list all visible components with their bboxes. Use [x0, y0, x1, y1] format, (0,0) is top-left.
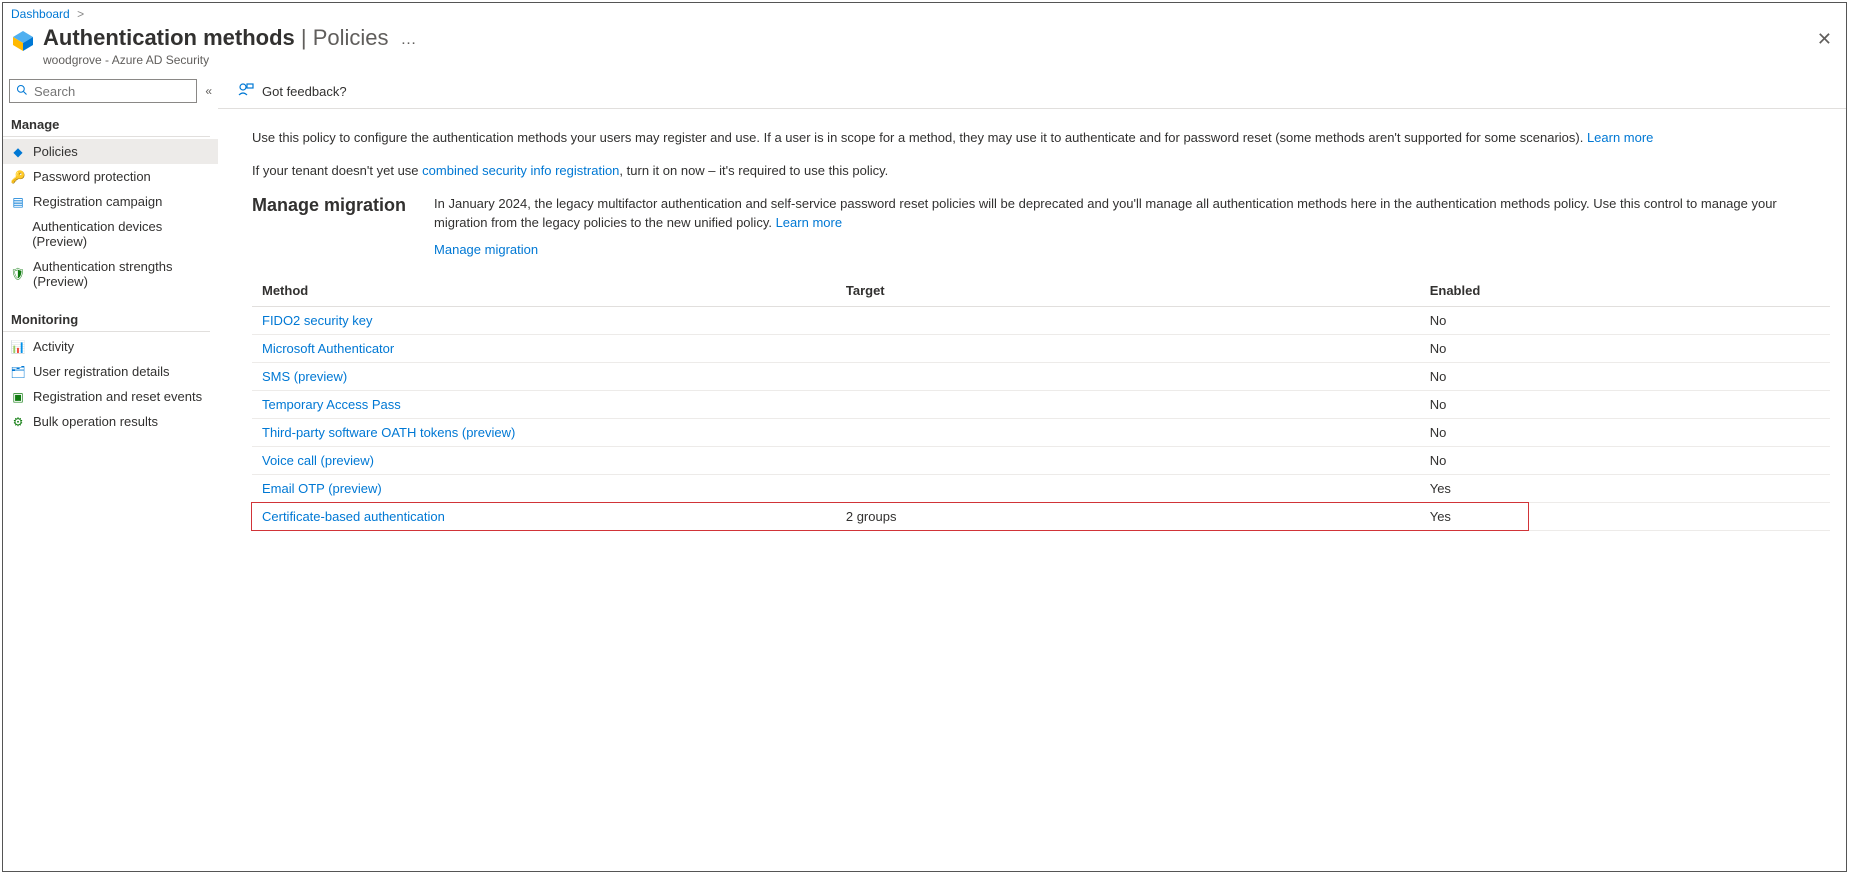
target-cell — [836, 447, 1420, 475]
method-link[interactable]: Voice call (preview) — [262, 453, 374, 468]
combined-registration-link[interactable]: combined security info registration — [422, 163, 619, 178]
method-link[interactable]: SMS (preview) — [262, 369, 347, 384]
feedback-icon — [238, 83, 254, 100]
enabled-cell: Yes — [1420, 503, 1830, 531]
sidebar-item-auth-devices[interactable]: Authentication devices (Preview) — [3, 214, 218, 254]
col-method[interactable]: Method — [252, 275, 836, 307]
sidebar-item-label: User registration details — [33, 364, 170, 379]
auth-methods-icon — [11, 29, 35, 53]
search-input[interactable] — [32, 83, 190, 100]
enabled-cell: No — [1420, 363, 1830, 391]
sidebar-item-label: Authentication devices (Preview) — [32, 219, 210, 249]
target-cell — [836, 391, 1420, 419]
search-box[interactable] — [9, 79, 197, 103]
method-link[interactable]: Third-party software OATH tokens (previe… — [262, 425, 515, 440]
enabled-cell: No — [1420, 447, 1830, 475]
enabled-cell: No — [1420, 307, 1830, 335]
sidebar-item-registration-campaign[interactable]: ▤ Registration campaign — [3, 189, 218, 214]
user-icon: 🗂 — [11, 365, 25, 379]
sidebar-item-user-reg-details[interactable]: 🗂 User registration details — [3, 359, 218, 384]
sidebar-item-bulk-results[interactable]: ⚙ Bulk operation results — [3, 409, 218, 434]
nav-section-monitoring: Monitoring — [3, 306, 210, 332]
collapse-sidebar-icon[interactable]: « — [205, 84, 212, 98]
manage-migration-heading: Manage migration — [252, 195, 406, 216]
toolbar: Got feedback? — [218, 79, 1846, 109]
sidebar: « Manage ◆ Policies 🔑 Password protectio… — [3, 79, 218, 531]
key-icon: 🔑 — [11, 170, 25, 184]
table-row[interactable]: SMS (preview) No — [252, 363, 1830, 391]
learn-more-link[interactable]: Learn more — [1587, 130, 1653, 145]
page-header: Authentication methods | Policies woodgr… — [3, 23, 1846, 79]
target-cell: 2 groups — [836, 503, 1420, 531]
target-cell — [836, 307, 1420, 335]
method-link[interactable]: FIDO2 security key — [262, 313, 373, 328]
sidebar-item-auth-strengths[interactable]: 🛡 Authentication strengths (Preview) — [3, 254, 218, 294]
table-row[interactable]: FIDO2 security key No — [252, 307, 1830, 335]
chevron-right-icon: > — [77, 7, 84, 21]
col-target[interactable]: Target — [836, 275, 1420, 307]
sidebar-item-password-protection[interactable]: 🔑 Password protection — [3, 164, 218, 189]
method-link[interactable]: Email OTP (preview) — [262, 481, 382, 496]
shield-icon: 🛡 — [11, 267, 25, 281]
bulk-icon: ⚙ — [11, 415, 25, 429]
enabled-cell: Yes — [1420, 475, 1830, 503]
sidebar-item-label: Activity — [33, 339, 74, 354]
page-subtitle: woodgrove - Azure AD Security — [43, 53, 389, 67]
target-cell — [836, 475, 1420, 503]
breadcrumb-dashboard[interactable]: Dashboard — [11, 7, 70, 21]
breadcrumb: Dashboard > — [3, 3, 1846, 23]
method-link[interactable]: Certificate-based authentication — [262, 509, 445, 524]
more-menu-button[interactable]: … — [401, 31, 417, 49]
table-row[interactable]: Third-party software OATH tokens (previe… — [252, 419, 1830, 447]
enabled-cell: No — [1420, 335, 1830, 363]
sidebar-item-label: Password protection — [33, 169, 151, 184]
methods-table: Method Target Enabled FIDO2 security key… — [252, 275, 1830, 531]
sidebar-item-label: Registration and reset events — [33, 389, 202, 404]
manage-migration-link[interactable]: Manage migration — [434, 242, 538, 257]
nav-section-manage: Manage — [3, 111, 210, 137]
migration-text: In January 2024, the legacy multifactor … — [434, 195, 1830, 233]
target-cell — [836, 363, 1420, 391]
events-icon: ▣ — [11, 390, 25, 404]
close-icon[interactable]: ✕ — [1817, 29, 1832, 50]
page-title: Authentication methods | Policies — [43, 25, 389, 51]
enabled-cell: No — [1420, 419, 1830, 447]
col-enabled[interactable]: Enabled — [1420, 275, 1830, 307]
table-row[interactable]: Temporary Access Pass No — [252, 391, 1830, 419]
intro-text: Use this policy to configure the authent… — [252, 129, 1830, 148]
method-link[interactable]: Microsoft Authenticator — [262, 341, 394, 356]
table-row[interactable]: Voice call (preview) No — [252, 447, 1830, 475]
blank-icon — [11, 227, 24, 241]
policies-icon: ◆ — [11, 145, 25, 159]
sidebar-item-label: Policies — [33, 144, 78, 159]
sidebar-item-label: Registration campaign — [33, 194, 162, 209]
chart-icon: 📊 — [11, 340, 25, 354]
campaign-icon: ▤ — [11, 195, 25, 209]
sidebar-item-reg-reset-events[interactable]: ▣ Registration and reset events — [3, 384, 218, 409]
search-icon — [16, 84, 28, 99]
target-cell — [836, 335, 1420, 363]
table-row[interactable]: Email OTP (preview) Yes — [252, 475, 1830, 503]
sidebar-item-policies[interactable]: ◆ Policies — [3, 139, 218, 164]
tenant-text: If your tenant doesn't yet use combined … — [252, 162, 1830, 181]
table-row[interactable]: Certificate-based authentication 2 groups… — [252, 503, 1830, 531]
sidebar-item-label: Authentication strengths (Preview) — [33, 259, 210, 289]
method-link[interactable]: Temporary Access Pass — [262, 397, 401, 412]
target-cell — [836, 419, 1420, 447]
main-content: Got feedback? Use this policy to configu… — [218, 79, 1846, 531]
enabled-cell: No — [1420, 391, 1830, 419]
sidebar-item-label: Bulk operation results — [33, 414, 158, 429]
table-row[interactable]: Microsoft Authenticator No — [252, 335, 1830, 363]
sidebar-item-activity[interactable]: 📊 Activity — [3, 334, 218, 359]
feedback-button[interactable]: Got feedback? — [262, 84, 347, 99]
migration-learn-more-link[interactable]: Learn more — [776, 215, 842, 230]
